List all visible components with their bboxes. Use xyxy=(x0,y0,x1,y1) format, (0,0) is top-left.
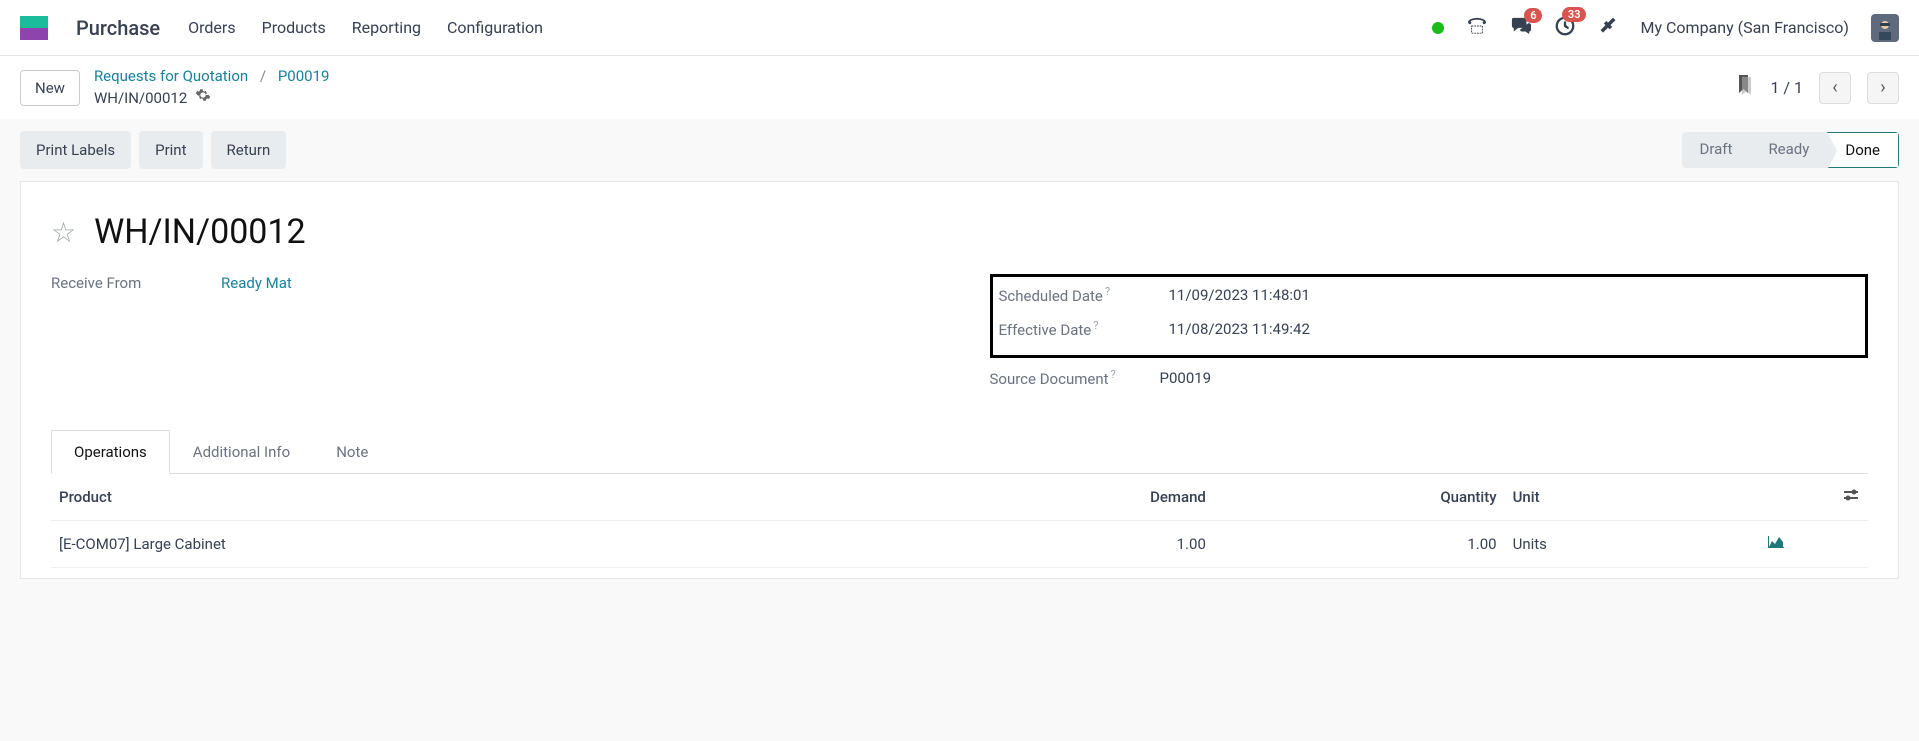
menu-orders[interactable]: Orders xyxy=(188,18,235,37)
fields-grid: Receive From Ready Mat Scheduled Date? 1… xyxy=(51,274,1868,402)
th-unit: Unit xyxy=(1505,474,1759,521)
user-avatar[interactable] xyxy=(1871,14,1899,42)
favorite-star-icon[interactable]: ☆ xyxy=(51,216,76,249)
cell-unit: Units xyxy=(1505,521,1759,568)
tab-operations[interactable]: Operations xyxy=(51,430,170,474)
status-bar: Draft Ready Done xyxy=(1682,132,1899,168)
operations-table: Product Demand Quantity Unit [E-COM07] L… xyxy=(51,474,1868,568)
cell-chart xyxy=(1759,521,1814,568)
forecast-chart-icon[interactable] xyxy=(1767,535,1785,553)
column-settings-icon[interactable] xyxy=(1842,488,1860,506)
cell-quantity: 1.00 xyxy=(1214,521,1505,568)
action-buttons: Print Labels Print Return xyxy=(20,131,286,169)
top-navbar: Purchase Orders Products Reporting Confi… xyxy=(0,0,1919,56)
scheduled-date-row: Scheduled Date? 11/09/2023 11:48:01 xyxy=(999,285,1860,305)
topbar-left: Purchase Orders Products Reporting Confi… xyxy=(20,16,543,40)
th-chart xyxy=(1759,474,1814,521)
breadcrumb-parent-link[interactable]: P00019 xyxy=(278,67,330,85)
menu-configuration[interactable]: Configuration xyxy=(447,18,543,37)
cell-product: [E-COM07] Large Cabinet xyxy=(51,521,923,568)
app-name[interactable]: Purchase xyxy=(76,16,160,40)
left-fields: Receive From Ready Mat xyxy=(51,274,930,402)
record-sheet: ☆ WH/IN/00012 Receive From Ready Mat Sch… xyxy=(20,181,1899,579)
table-row[interactable]: [E-COM07] Large Cabinet 1.00 1.00 Units xyxy=(51,521,1868,568)
status-ready[interactable]: Ready xyxy=(1750,132,1827,168)
print-labels-button[interactable]: Print Labels xyxy=(20,131,131,169)
messages-badge: 6 xyxy=(1524,8,1542,23)
gear-icon[interactable] xyxy=(195,87,211,109)
content-area: Print Labels Print Return Draft Ready Do… xyxy=(0,119,1919,591)
status-draft[interactable]: Draft xyxy=(1682,132,1751,168)
th-product: Product xyxy=(51,474,923,521)
breadcrumb-separator: / xyxy=(260,67,266,85)
breadcrumb: Requests for Quotation / P00019 WH/IN/00… xyxy=(94,66,330,109)
cell-demand: 1.00 xyxy=(923,521,1214,568)
menu-reporting[interactable]: Reporting xyxy=(352,18,421,37)
title-row: ☆ WH/IN/00012 xyxy=(51,212,1868,252)
record-title: WH/IN/00012 xyxy=(94,212,306,252)
status-done[interactable]: Done xyxy=(1827,132,1899,168)
highlight-box: Scheduled Date? 11/09/2023 11:48:01 Effe… xyxy=(990,274,1869,358)
messages-icon[interactable]: 6 xyxy=(1510,16,1532,40)
receive-from-value[interactable]: Ready Mat xyxy=(221,274,292,292)
effective-date-row: Effective Date? 11/08/2023 11:49:42 xyxy=(999,319,1860,339)
tab-note[interactable]: Note xyxy=(313,430,391,473)
right-fields: Scheduled Date? 11/09/2023 11:48:01 Effe… xyxy=(990,274,1869,402)
scheduled-date-value: 11/09/2023 11:48:01 xyxy=(1169,286,1310,304)
print-button[interactable]: Print xyxy=(139,131,202,169)
source-doc-value: P00019 xyxy=(1160,369,1212,387)
th-demand: Demand xyxy=(923,474,1214,521)
return-button[interactable]: Return xyxy=(211,131,287,169)
new-button[interactable]: New xyxy=(20,70,80,106)
main-menu: Orders Products Reporting Configuration xyxy=(188,18,543,37)
tab-additional-info[interactable]: Additional Info xyxy=(170,430,313,473)
pager-text: 1 / 1 xyxy=(1770,78,1803,97)
receive-from-row: Receive From Ready Mat xyxy=(51,274,930,292)
scheduled-date-label: Scheduled Date? xyxy=(999,285,1169,305)
topbar-right: 6 33 My Company (San Francisco) xyxy=(1432,14,1899,42)
subbar-left: New Requests for Quotation / P00019 WH/I… xyxy=(20,66,329,109)
breadcrumb-root-link[interactable]: Requests for Quotation xyxy=(94,67,248,85)
th-quantity: Quantity xyxy=(1214,474,1505,521)
subbar-right: 1 / 1 ‹ › xyxy=(1736,72,1899,104)
activities-badge: 33 xyxy=(1562,7,1587,22)
bookmark-icon[interactable] xyxy=(1736,75,1754,101)
menu-products[interactable]: Products xyxy=(262,18,326,37)
effective-date-label: Effective Date? xyxy=(999,319,1169,339)
action-toolbar: Print Labels Print Return Draft Ready Do… xyxy=(20,131,1899,169)
company-selector[interactable]: My Company (San Francisco) xyxy=(1640,18,1849,37)
th-settings xyxy=(1813,474,1868,521)
phone-icon[interactable] xyxy=(1466,17,1488,39)
app-logo[interactable] xyxy=(20,16,48,40)
source-doc-label: Source Document? xyxy=(990,368,1160,388)
pager-next-button[interactable]: › xyxy=(1867,72,1899,104)
activities-icon[interactable]: 33 xyxy=(1554,15,1576,41)
tabs: Operations Additional Info Note xyxy=(51,430,1868,474)
breadcrumb-bar: New Requests for Quotation / P00019 WH/I… xyxy=(0,56,1919,119)
breadcrumb-current: WH/IN/00012 xyxy=(94,88,187,109)
connection-status-icon xyxy=(1432,22,1444,34)
pager-prev-button[interactable]: ‹ xyxy=(1819,72,1851,104)
receive-from-label: Receive From xyxy=(51,274,221,292)
source-doc-row: Source Document? P00019 xyxy=(990,368,1869,388)
tools-icon[interactable] xyxy=(1598,16,1618,40)
effective-date-value: 11/08/2023 11:49:42 xyxy=(1169,320,1310,338)
